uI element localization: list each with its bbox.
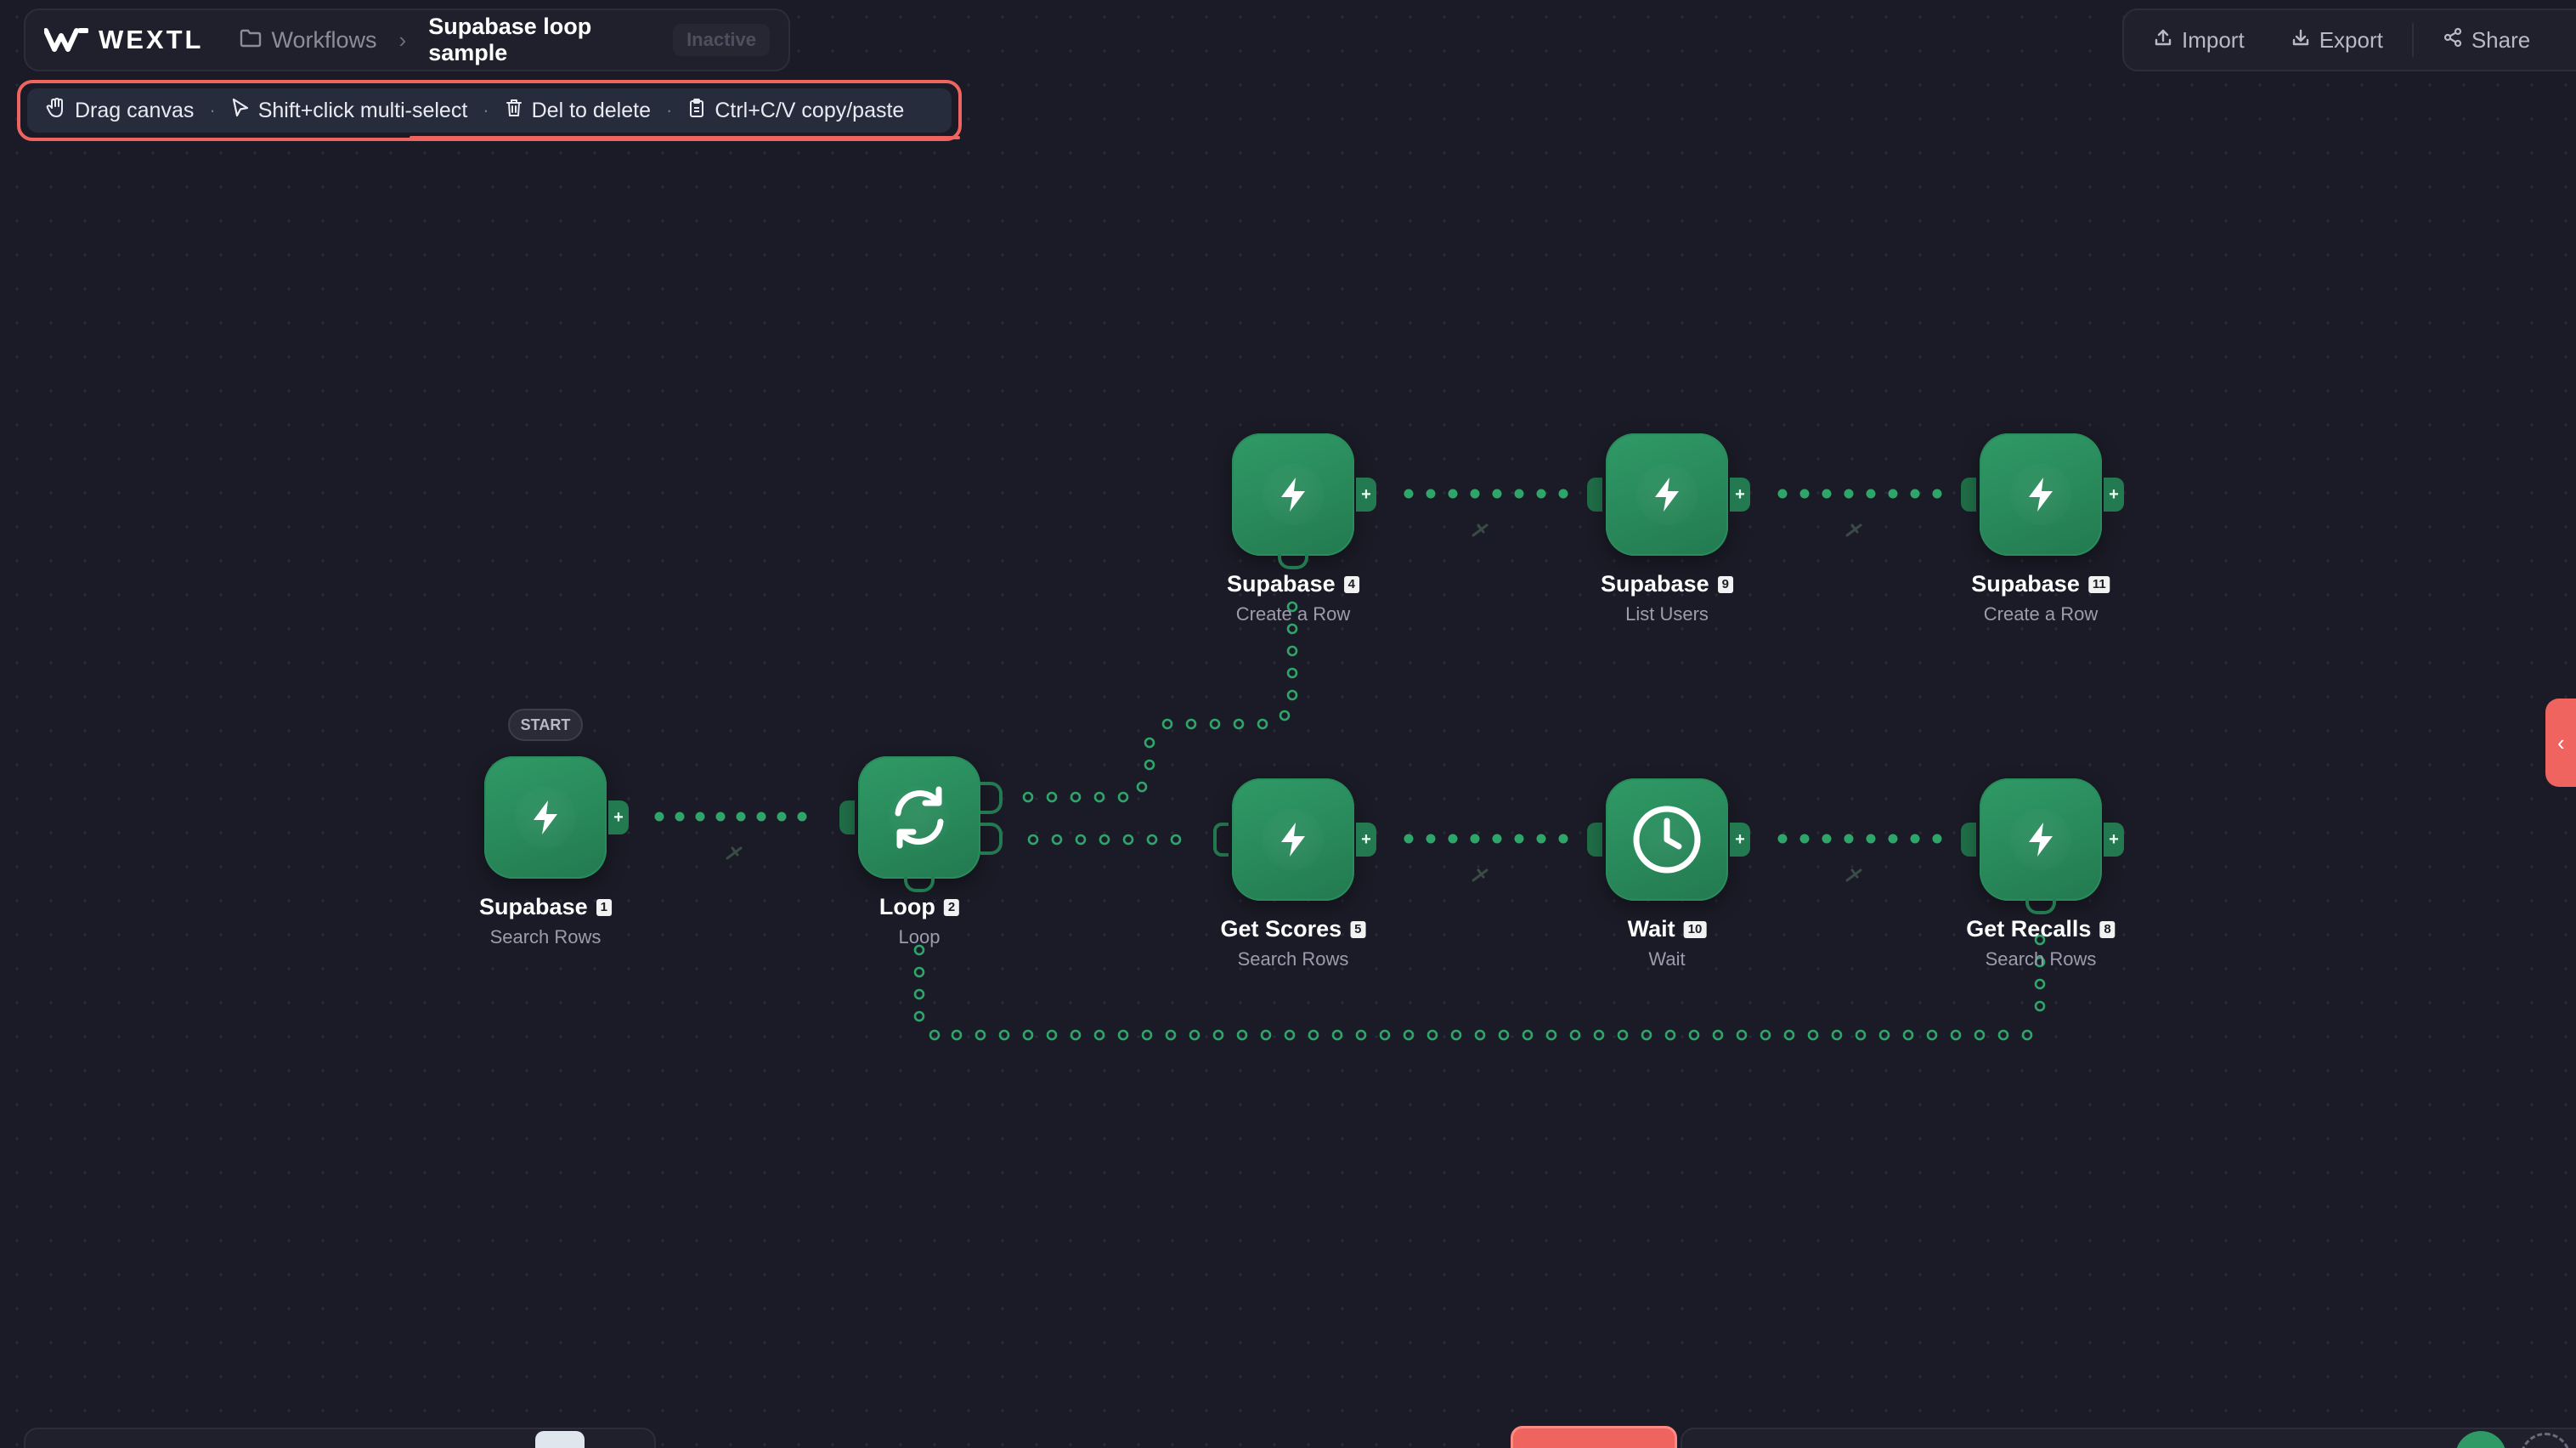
input-port[interactable] bbox=[1961, 823, 1976, 857]
node-label: Supabase 1 bbox=[479, 894, 612, 920]
bolt-icon bbox=[2024, 476, 2058, 513]
node-get-recalls-8[interactable]: + Get Recalls 8 Search Rows bbox=[1961, 778, 2124, 970]
add-connection-button[interactable]: + bbox=[1356, 478, 1376, 512]
bolt-icon bbox=[1276, 821, 1310, 858]
bolt-icon bbox=[1650, 476, 1684, 513]
node-number: 4 bbox=[1343, 575, 1359, 593]
node-label: Supabase 9 bbox=[1601, 571, 1733, 597]
bottom-toolbar-right bbox=[1681, 1428, 2576, 1448]
bolt-icon bbox=[528, 799, 562, 836]
add-connection-button[interactable]: + bbox=[2104, 478, 2124, 512]
node-number: 1 bbox=[596, 898, 612, 916]
node-subtitle: Create a Row bbox=[1983, 603, 2099, 625]
edge-supabase1-loop[interactable] bbox=[654, 812, 807, 822]
node-number: 10 bbox=[1683, 920, 1707, 938]
node-supabase-9[interactable]: + Supabase 9 List Users bbox=[1587, 433, 1750, 625]
node-supabase-1[interactable]: + Supabase 1 Search Rows bbox=[479, 756, 629, 947]
node-subtitle: Create a Row bbox=[1235, 603, 1351, 625]
bolt-icon bbox=[2024, 821, 2058, 858]
node-supabase-11[interactable]: + Supabase 11 Create a Row bbox=[1961, 433, 2124, 625]
node-subtitle: List Users bbox=[1625, 603, 1709, 625]
edge-supabase4-supabase9[interactable] bbox=[1404, 489, 1568, 499]
input-port[interactable] bbox=[1587, 823, 1602, 857]
node-get-scores-5[interactable]: + Get Scores 5 Search Rows bbox=[1213, 778, 1376, 970]
add-connection-button[interactable]: + bbox=[2104, 823, 2124, 857]
node-label: Loop 2 bbox=[878, 894, 960, 920]
node-supabase-4[interactable]: + Supabase 4 Create a Row bbox=[1227, 433, 1376, 625]
input-port[interactable] bbox=[1587, 478, 1602, 512]
node-label: Supabase 4 bbox=[1227, 571, 1359, 597]
node-subtitle: Search Rows bbox=[1237, 948, 1349, 970]
edge-wait-getrecalls[interactable] bbox=[1777, 834, 1942, 844]
edge-supabase9-supabase11[interactable] bbox=[1777, 489, 1942, 499]
node-loop-2[interactable]: Loop 2 Loop bbox=[839, 756, 1003, 947]
bolt-icon bbox=[1276, 476, 1310, 513]
node-wait-10[interactable]: + Wait 10 Wait bbox=[1587, 778, 1750, 970]
side-panel-toggle[interactable]: ‹ bbox=[2545, 699, 2576, 787]
node-subtitle: Search Rows bbox=[1985, 948, 2097, 970]
loop-icon bbox=[884, 783, 954, 852]
loop-done-port[interactable] bbox=[980, 782, 1003, 814]
node-label: Get Recalls 8 bbox=[1966, 916, 2116, 942]
edge-getrecalls-loop-back[interactable] bbox=[913, 934, 2046, 1041]
add-connection-button[interactable]: + bbox=[608, 800, 629, 834]
node-title: Get Scores bbox=[1220, 916, 1342, 942]
node-title: Supabase bbox=[1971, 571, 2080, 597]
node-number: 9 bbox=[1717, 575, 1733, 593]
chevron-left-icon: ‹ bbox=[2557, 729, 2565, 755]
add-connection-button[interactable]: + bbox=[1730, 478, 1750, 512]
workflow-edges bbox=[654, 489, 2046, 1041]
edge-getscores-wait[interactable] bbox=[1404, 834, 1568, 844]
loop-body-port[interactable] bbox=[980, 823, 1003, 855]
node-label: Supabase 11 bbox=[1971, 571, 2110, 597]
add-connection-button[interactable]: + bbox=[1356, 823, 1376, 857]
node-subtitle: Wait bbox=[1648, 948, 1686, 970]
node-label: Get Scores 5 bbox=[1221, 916, 1366, 942]
zoom-slider-thumb[interactable] bbox=[535, 1431, 585, 1448]
input-port[interactable] bbox=[1213, 823, 1229, 857]
node-number: 5 bbox=[1350, 920, 1366, 938]
edge-loop-done-supabase4[interactable] bbox=[1022, 601, 1298, 803]
node-title: Get Recalls bbox=[1966, 916, 2092, 942]
node-number: 2 bbox=[943, 898, 960, 916]
node-title: Supabase bbox=[1601, 571, 1709, 597]
add-connection-button[interactable]: + bbox=[1730, 823, 1750, 857]
node-label: Wait 10 bbox=[1628, 916, 1707, 942]
input-port[interactable] bbox=[1961, 478, 1976, 512]
clock-icon bbox=[1631, 804, 1703, 875]
node-title: Loop bbox=[878, 894, 935, 919]
node-subtitle: Loop bbox=[898, 926, 941, 947]
node-title: Wait bbox=[1627, 916, 1675, 942]
input-port[interactable] bbox=[839, 800, 855, 834]
node-number: 11 bbox=[2087, 575, 2110, 593]
node-title: Supabase bbox=[479, 894, 588, 919]
node-subtitle: Search Rows bbox=[489, 926, 602, 947]
node-number: 8 bbox=[2099, 920, 2116, 938]
edge-loop-body-getscores[interactable] bbox=[1027, 834, 1182, 846]
run-workflow-button[interactable] bbox=[1511, 1426, 1677, 1448]
node-title: Supabase bbox=[1227, 571, 1336, 597]
start-badge: START bbox=[508, 709, 583, 741]
